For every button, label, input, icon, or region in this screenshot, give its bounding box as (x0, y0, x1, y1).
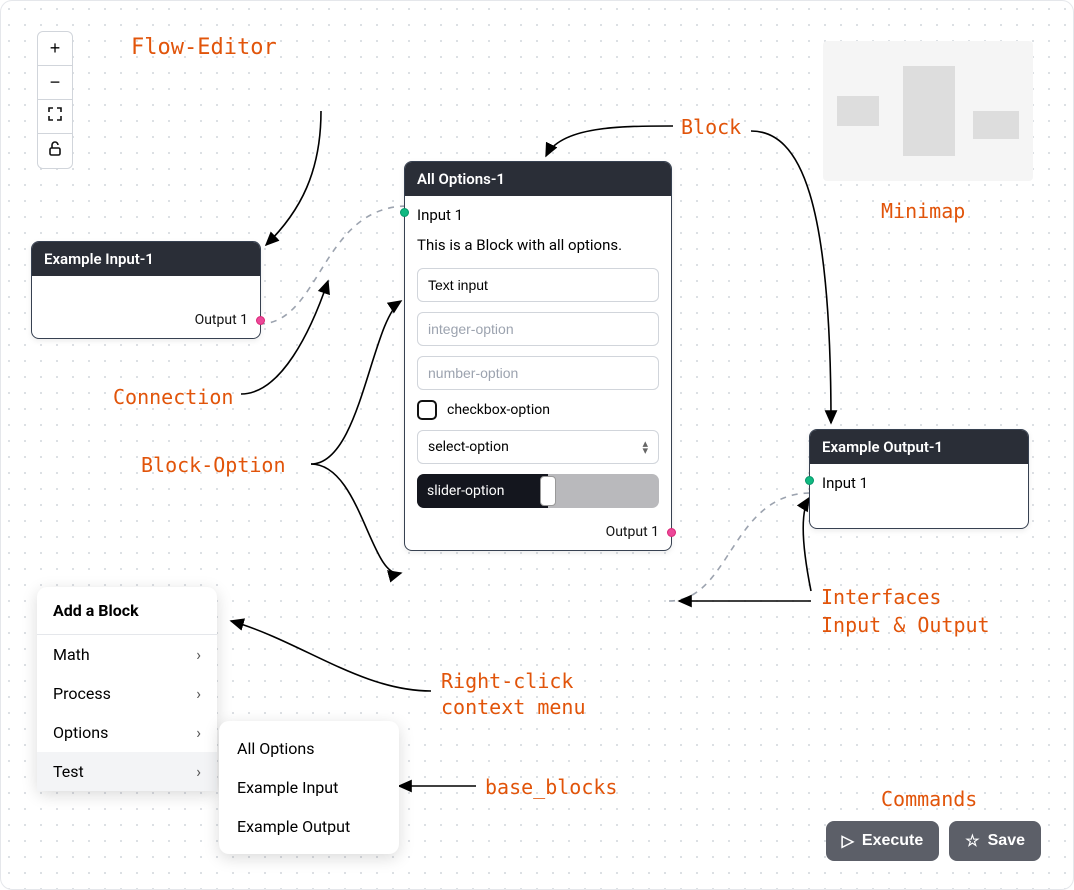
context-menu[interactable]: Add a Block Math› Process› Options› Test… (37, 587, 217, 791)
context-menu-item-math[interactable]: Math› (37, 635, 217, 674)
minimap-node (903, 66, 955, 156)
input-port-label: Input 1 (822, 474, 1016, 492)
chevron-right-icon: › (196, 684, 201, 703)
fit-screen-icon (47, 106, 63, 127)
zoom-in-button[interactable]: + (38, 32, 72, 66)
annotation-flow-editor: Flow-Editor (131, 35, 277, 60)
command-bar: ▷ Execute ☆ Save (826, 821, 1041, 861)
annotation-context-menu-l2: context menu (441, 695, 586, 719)
lock-button[interactable] (38, 134, 72, 168)
context-menu-item-process[interactable]: Process› (37, 674, 217, 713)
submenu-item-all-options[interactable]: All Options (219, 729, 399, 768)
annotation-interfaces-l1: Interfaces (821, 585, 941, 609)
execute-button[interactable]: ▷ Execute (826, 821, 940, 861)
zoom-out-button[interactable]: − (38, 66, 72, 100)
checkbox-label: checkbox-option (447, 402, 550, 418)
annotation-context-menu-l1: Right-click (441, 669, 573, 693)
slider-handle[interactable] (540, 476, 556, 506)
unlock-icon (48, 141, 62, 162)
chevron-up-down-icon: ▴▾ (642, 440, 648, 454)
annotation-block-option: Block-Option (141, 453, 286, 477)
annotation-minimap: Minimap (881, 199, 965, 223)
select-value: select-option (428, 439, 509, 455)
minus-icon: − (50, 72, 61, 93)
annotation-base-blocks: base_blocks (485, 775, 617, 799)
select-option[interactable]: select-option ▴▾ (417, 430, 659, 464)
flow-editor-canvas[interactable]: + − Example Input-1 Output 1 All Options… (0, 0, 1074, 890)
context-menu-item-test[interactable]: Test› (37, 752, 217, 791)
minimap-node (973, 111, 1019, 139)
annotation-connection: Connection (113, 385, 233, 409)
chevron-right-icon: › (196, 762, 201, 781)
minimap-node (837, 96, 879, 126)
submenu-item-example-output[interactable]: Example Output (219, 807, 399, 846)
chevron-right-icon: › (196, 645, 201, 664)
save-button[interactable]: ☆ Save (949, 821, 1041, 861)
block-title: Example Output-1 (810, 430, 1028, 464)
input-port[interactable] (805, 476, 814, 485)
number-option-input[interactable] (417, 356, 659, 390)
block-all-options[interactable]: All Options-1 Input 1 This is a Block wi… (404, 161, 672, 551)
block-title: Example Input-1 (32, 242, 260, 276)
block-example-input[interactable]: Example Input-1 Output 1 (31, 241, 261, 339)
fit-screen-button[interactable] (38, 100, 72, 134)
checkbox-option[interactable] (417, 400, 437, 420)
context-menu-title: Add a Block (37, 587, 217, 635)
context-menu-item-options[interactable]: Options› (37, 713, 217, 752)
minimap[interactable] (823, 41, 1033, 181)
slider-label: slider-option (427, 483, 505, 499)
output-port[interactable] (667, 528, 676, 537)
canvas-toolbar: + − (37, 31, 73, 169)
slider-option[interactable]: slider-option (417, 474, 659, 508)
text-option-input[interactable] (417, 268, 659, 302)
chevron-right-icon: › (196, 723, 201, 742)
submenu-item-example-input[interactable]: Example Input (219, 768, 399, 807)
input-port-label: Input 1 (417, 206, 659, 224)
annotation-commands: Commands (881, 787, 977, 811)
output-port-label: Output 1 (606, 524, 659, 540)
block-description: This is a Block with all options. (417, 236, 659, 254)
annotation-interfaces-l2: Input & Output (821, 613, 990, 637)
block-title: All Options-1 (405, 162, 671, 196)
play-icon: ▷ (842, 831, 854, 851)
star-icon: ☆ (965, 831, 979, 851)
plus-icon: + (50, 38, 61, 59)
input-port[interactable] (400, 208, 409, 217)
integer-option-input[interactable] (417, 312, 659, 346)
output-port-label: Output 1 (195, 312, 248, 328)
context-submenu[interactable]: All Options Example Input Example Output (219, 721, 399, 854)
output-port[interactable] (256, 316, 265, 325)
annotation-block: Block (681, 115, 741, 139)
block-example-output[interactable]: Example Output-1 Input 1 (809, 429, 1029, 529)
